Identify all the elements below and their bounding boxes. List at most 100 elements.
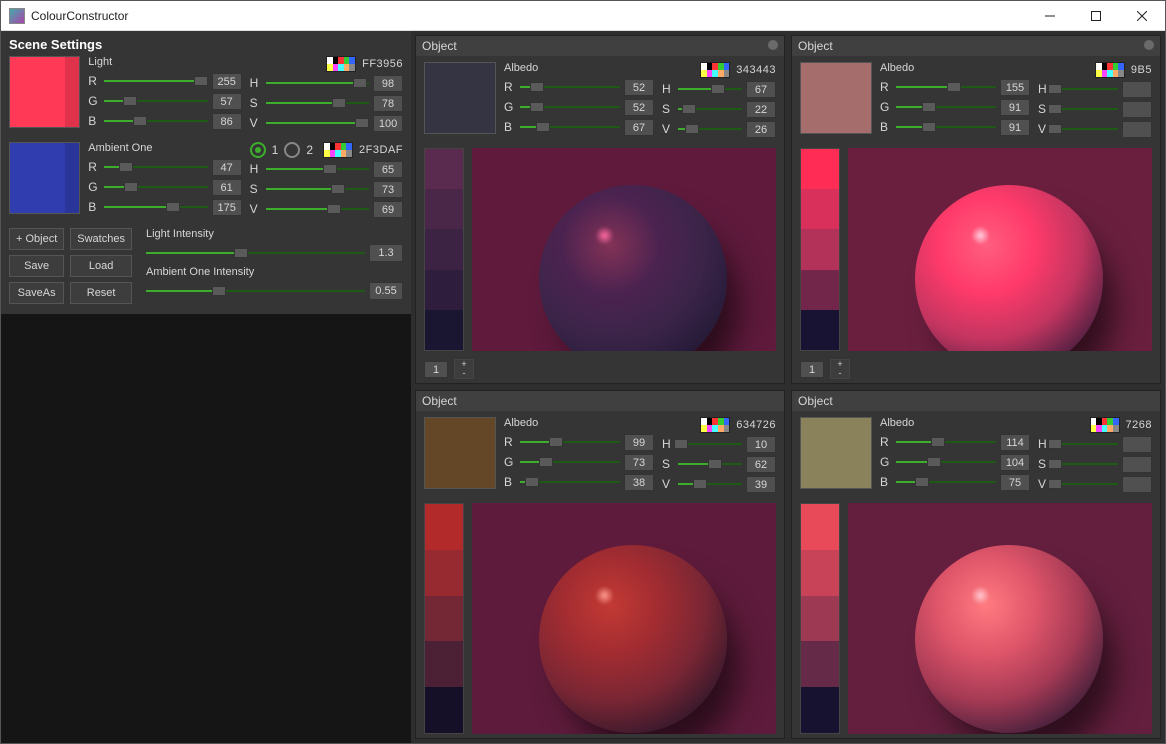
object-color-strip[interactable] xyxy=(800,503,840,734)
obj-r-slider[interactable] xyxy=(896,80,996,94)
light-g-slider[interactable] xyxy=(104,94,207,108)
ambient-radio-2[interactable] xyxy=(284,142,300,158)
light-h-slider[interactable] xyxy=(266,76,369,90)
add-object-button[interactable]: + Object xyxy=(9,228,64,250)
save-as-button[interactable]: SaveAs xyxy=(9,282,64,304)
object-menu-icon[interactable] xyxy=(1144,40,1154,50)
obj-r-slider[interactable] xyxy=(520,80,620,94)
object-color-strip[interactable] xyxy=(424,503,464,734)
ambient-h-value[interactable]: 65 xyxy=(373,161,403,178)
obj-h-slider[interactable] xyxy=(1054,82,1118,96)
object-palette-icon[interactable] xyxy=(1095,62,1125,78)
obj-g-slider[interactable] xyxy=(896,455,996,469)
ambient-v-slider[interactable] xyxy=(266,202,369,216)
light-b-slider[interactable] xyxy=(104,114,207,128)
obj-s-value[interactable] xyxy=(1122,456,1152,473)
ambient-intensity-slider[interactable] xyxy=(146,284,365,298)
light-intensity-value[interactable]: 1.3 xyxy=(369,244,403,262)
ambient-g-slider[interactable] xyxy=(104,180,207,194)
object-palette-icon[interactable] xyxy=(1090,417,1120,433)
light-swatch[interactable] xyxy=(9,56,80,128)
step-down-icon[interactable]: - xyxy=(831,369,849,378)
ambient-palette-icon[interactable] xyxy=(323,142,353,158)
light-palette-icon[interactable] xyxy=(326,56,356,72)
obj-v-value[interactable] xyxy=(1122,121,1152,138)
object-header[interactable]: Object xyxy=(792,36,1160,56)
obj-h-value[interactable] xyxy=(1122,436,1152,453)
object-palette-icon[interactable] xyxy=(700,417,730,433)
obj-b-value[interactable]: 75 xyxy=(1000,474,1030,491)
obj-g-value[interactable]: 104 xyxy=(1000,454,1030,471)
obj-h-slider[interactable] xyxy=(678,437,742,451)
obj-h-slider[interactable] xyxy=(678,82,742,96)
light-s-slider[interactable] xyxy=(266,96,369,110)
swatches-button[interactable]: Swatches xyxy=(70,228,132,250)
obj-s-slider[interactable] xyxy=(678,457,742,471)
obj-v-slider[interactable] xyxy=(678,122,742,136)
ambient-swatch[interactable] xyxy=(9,142,80,214)
obj-h-value[interactable] xyxy=(1122,81,1152,98)
obj-r-value[interactable]: 52 xyxy=(624,79,654,96)
ambient-b-slider[interactable] xyxy=(104,200,207,214)
obj-v-value[interactable]: 39 xyxy=(746,476,776,493)
ambient-intensity-value[interactable]: 0.55 xyxy=(369,282,403,300)
object-color-strip[interactable] xyxy=(800,148,840,351)
obj-s-slider[interactable] xyxy=(1054,457,1118,471)
obj-b-slider[interactable] xyxy=(520,120,620,134)
light-s-value[interactable]: 78 xyxy=(373,95,403,112)
obj-b-value[interactable]: 38 xyxy=(624,474,654,491)
light-v-slider[interactable] xyxy=(266,116,369,130)
obj-s-value[interactable]: 62 xyxy=(746,456,776,473)
obj-s-slider[interactable] xyxy=(678,102,742,116)
light-h-value[interactable]: 98 xyxy=(373,75,403,92)
obj-h-value[interactable]: 10 xyxy=(746,436,776,453)
ambient-r-slider[interactable] xyxy=(104,160,207,174)
reset-button[interactable]: Reset xyxy=(70,282,132,304)
light-r-slider[interactable] xyxy=(104,74,207,88)
obj-r-slider[interactable] xyxy=(520,435,620,449)
obj-g-slider[interactable] xyxy=(896,100,996,114)
obj-b-slider[interactable] xyxy=(896,475,996,489)
object-albedo-swatch[interactable] xyxy=(424,62,496,134)
obj-v-value[interactable] xyxy=(1122,476,1152,493)
obj-s-slider[interactable] xyxy=(1054,102,1118,116)
object-albedo-swatch[interactable] xyxy=(800,62,872,134)
object-palette-icon[interactable] xyxy=(700,62,730,78)
minimize-button[interactable] xyxy=(1027,1,1073,30)
obj-b-slider[interactable] xyxy=(896,120,996,134)
obj-g-slider[interactable] xyxy=(520,100,620,114)
obj-g-value[interactable]: 52 xyxy=(624,99,654,116)
object-header[interactable]: Object xyxy=(792,391,1160,411)
object-count-value[interactable]: 1 xyxy=(800,361,824,378)
ambient-s-slider[interactable] xyxy=(266,182,369,196)
object-count-value[interactable]: 1 xyxy=(424,361,448,378)
object-albedo-swatch[interactable] xyxy=(800,417,872,489)
object-count-stepper[interactable]: +- xyxy=(454,359,474,379)
obj-h-slider[interactable] xyxy=(1054,437,1118,451)
object-count-stepper[interactable]: +- xyxy=(830,359,850,379)
light-r-value[interactable]: 255 xyxy=(212,73,242,90)
ambient-v-value[interactable]: 69 xyxy=(373,201,403,218)
obj-g-value[interactable]: 73 xyxy=(624,454,654,471)
object-header[interactable]: Object xyxy=(416,36,784,56)
maximize-button[interactable] xyxy=(1073,1,1119,30)
object-albedo-swatch[interactable] xyxy=(424,417,496,489)
obj-r-value[interactable]: 155 xyxy=(1000,79,1030,96)
light-intensity-slider[interactable] xyxy=(146,246,365,260)
ambient-radio-1[interactable] xyxy=(250,142,266,158)
obj-g-slider[interactable] xyxy=(520,455,620,469)
object-menu-icon[interactable] xyxy=(768,40,778,50)
obj-g-value[interactable]: 91 xyxy=(1000,99,1030,116)
light-b-value[interactable]: 86 xyxy=(212,113,242,130)
object-color-strip[interactable] xyxy=(424,148,464,351)
light-g-value[interactable]: 57 xyxy=(212,93,242,110)
obj-b-slider[interactable] xyxy=(520,475,620,489)
step-down-icon[interactable]: - xyxy=(455,369,473,378)
obj-b-value[interactable]: 67 xyxy=(624,119,654,136)
obj-r-slider[interactable] xyxy=(896,435,996,449)
ambient-b-value[interactable]: 175 xyxy=(212,199,242,216)
obj-s-value[interactable] xyxy=(1122,101,1152,118)
save-button[interactable]: Save xyxy=(9,255,64,277)
obj-v-slider[interactable] xyxy=(1054,122,1118,136)
load-button[interactable]: Load xyxy=(70,255,132,277)
